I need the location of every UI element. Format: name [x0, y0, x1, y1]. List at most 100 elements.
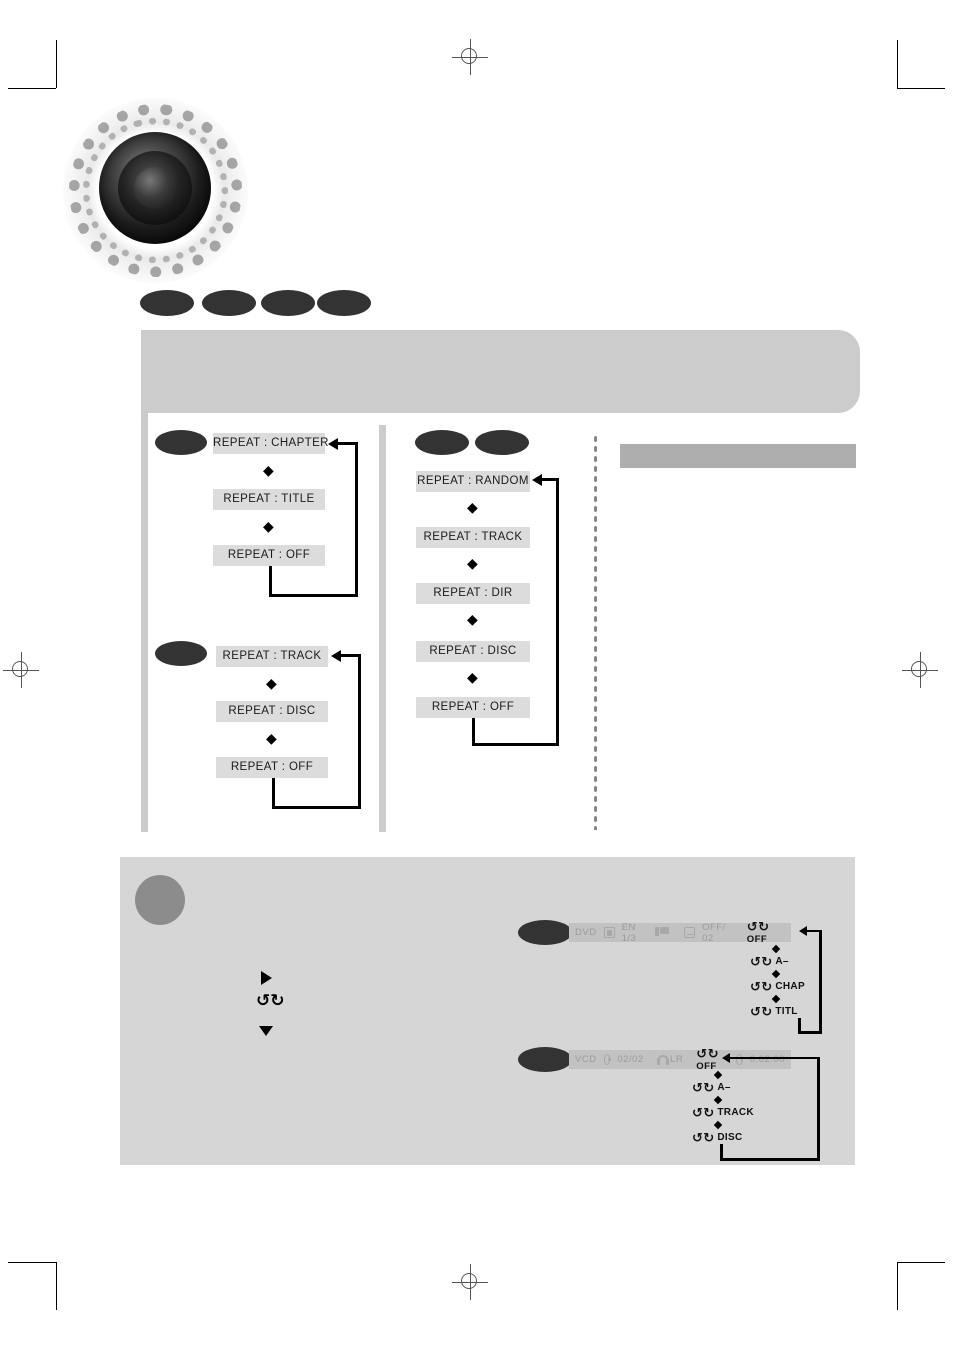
right-column-heading-bar — [620, 444, 856, 468]
diagram-2-arrow-2: ◆ — [266, 730, 277, 746]
osd-2-loop-arrow-line — [728, 1057, 820, 1059]
diagram-1-arrow-1: ◆ — [263, 462, 274, 478]
crop-mark-top-left-horizontal — [8, 88, 56, 89]
diagram-2-disc-badge[interactable] — [155, 641, 207, 666]
diagram-1-disc-badge[interactable] — [155, 430, 207, 455]
disc-icon — [603, 1054, 611, 1065]
osd-1-loop-arrow-line — [806, 930, 822, 932]
osd-1-cycle-label-3: CHAP — [775, 981, 805, 992]
osd-2-repeat-value: OFF — [696, 1061, 717, 1072]
diagram-1-loop-horizontal — [269, 594, 358, 597]
diagram-3-loop-horizontal — [472, 743, 559, 746]
registration-mark-top — [452, 39, 488, 75]
note-bullet-badge — [135, 875, 185, 925]
osd-2-time: 0:02:00 — [749, 1054, 785, 1065]
disc-badge-mp3-header[interactable] — [317, 290, 371, 316]
crop-mark-top-right-horizontal — [897, 88, 945, 89]
crop-mark-bottom-left-vertical — [56, 1262, 57, 1310]
diagram-3-arrow-4: ◆ — [467, 669, 478, 685]
headphone-icon — [656, 1054, 670, 1065]
osd-1-status-bar: DVD EN 1/3 OFF/ 02 ↺↻ OFF — [569, 920, 791, 945]
osd-1-loop-arrowhead — [799, 925, 807, 936]
right-column-heading — [620, 444, 856, 452]
crop-mark-bottom-right-vertical — [897, 1262, 898, 1310]
osd-1-cycle-label-2: A– — [775, 956, 789, 967]
diagram-1-arrow-2: ◆ — [263, 518, 274, 534]
osd-2-cycle-step-4: ↺↻ DISC — [692, 1131, 742, 1144]
diagram-2-loop-arrow-line — [339, 654, 361, 657]
osd-2-cycle-label-3: TRACK — [717, 1107, 754, 1118]
osd-2-disc-badge[interactable] — [518, 1047, 572, 1072]
registration-mark-bottom — [452, 1264, 488, 1300]
diagram-3-step-2: REPEAT : TRACK — [416, 527, 530, 548]
diagram-2-loop-vertical-back — [358, 654, 361, 809]
diagram-3-step-3: REPEAT : DIR — [416, 583, 530, 604]
subtitle-icon — [684, 927, 696, 938]
diagram-3-loop-arrow-line — [540, 478, 559, 481]
diagram-3-loop-arrowhead — [532, 473, 542, 486]
diagram-2-arrow-1: ◆ — [266, 675, 277, 691]
dotted-separator — [593, 434, 598, 830]
diagram-3-arrow-1: ◆ — [467, 499, 478, 515]
osd-1-repeat-group: ↺↻ OFF — [747, 920, 785, 945]
diagram-2-loop-horizontal — [272, 806, 361, 809]
center-column-rule — [379, 425, 386, 832]
osd-1-disc-badge[interactable] — [518, 920, 572, 945]
registration-mark-left — [3, 652, 39, 688]
dolby-digital-icon — [655, 927, 670, 938]
diagram-1-loop-vertical-back — [355, 442, 358, 597]
repeat-icon: ↺↻ — [750, 954, 773, 969]
osd-1-subtitle: OFF/ 02 — [702, 921, 726, 944]
osd-2-repeat-group: ↺↻ OFF — [696, 1047, 721, 1072]
diagram-3-arrow-2: ◆ — [467, 555, 478, 571]
repeat-icon: ↺↻ — [692, 1105, 715, 1120]
registration-mark-right — [902, 652, 938, 688]
osd-1-cycle-step-4: ↺↻ TITL — [750, 1005, 798, 1018]
repeat-icon: ↺↻ — [750, 979, 773, 994]
down-arrow-icon — [259, 1026, 273, 1036]
diagram-1-loop-arrowhead — [328, 437, 338, 450]
clock-icon — [735, 1054, 743, 1065]
osd-2-status-bar: VCD 02/02 LR ↺↻ OFF 0:02:00 — [569, 1047, 791, 1072]
disc-badge-vcd-header[interactable] — [202, 290, 256, 316]
osd-2-cycle-step-2: ↺↻ A– — [692, 1081, 731, 1094]
diagram-3-loop-vertical-back — [556, 478, 559, 746]
diagram-2-loop-vertical-out — [272, 778, 275, 809]
diagram-3-disc-badge-1[interactable] — [415, 430, 469, 455]
left-column-rule — [141, 423, 148, 832]
osd-2-cycle-label-4: DISC — [717, 1132, 743, 1143]
osd-2-track: 02/02 — [617, 1054, 644, 1065]
osd-1-cycle-step-2: ↺↻ A– — [750, 955, 789, 968]
diagram-3-disc-badge-2[interactable] — [475, 430, 529, 455]
diagram-3-loop-vertical-out — [472, 718, 475, 746]
diagram-1-step-1: REPEAT : CHAPTER — [213, 433, 328, 454]
header-left-accent — [141, 413, 148, 423]
diagram-1-loop-arrow-line — [336, 442, 358, 445]
osd-2-loop-vertical-back — [817, 1057, 820, 1161]
osd-2-disc-type: VCD — [575, 1054, 597, 1065]
diagram-3-arrow-3: ◆ — [467, 611, 478, 627]
diagram-2-step-2: REPEAT : DISC — [216, 701, 328, 722]
diagram-3-step-4: REPEAT : DISC — [416, 641, 530, 662]
disc-badge-dvd-header[interactable] — [140, 290, 194, 316]
diagram-2-step-1: REPEAT : TRACK — [216, 646, 328, 667]
diagram-3-step-1: REPEAT : RANDOM — [416, 471, 530, 492]
page-title — [141, 330, 860, 350]
osd-1-loop-vertical-back — [819, 930, 822, 1034]
repeat-icon: ↺↻ — [692, 1080, 715, 1095]
osd-1-cycle-step-3: ↺↻ CHAP — [750, 980, 805, 993]
repeat-icon: ↺↻ — [696, 1046, 719, 1061]
crop-mark-top-left-vertical — [56, 40, 57, 88]
speaker-binary-artwork — [57, 92, 254, 289]
osd-2-loop-arrowhead — [722, 1052, 730, 1063]
repeat-icon: ↺↻ — [750, 1004, 773, 1019]
diagram-1-step-3: REPEAT : OFF — [213, 545, 325, 566]
disc-badge-cd-header[interactable] — [261, 290, 315, 316]
crop-mark-top-right-vertical — [897, 40, 898, 88]
diagram-1-step-2: REPEAT : TITLE — [213, 489, 325, 510]
diagram-2-loop-arrowhead — [331, 649, 341, 662]
osd-2-loop-horizontal — [720, 1158, 820, 1161]
repeat-icon: ↺↻ — [692, 1130, 715, 1145]
diagram-2-step-3: REPEAT : OFF — [216, 757, 328, 778]
osd-2-cycle-step-3: ↺↻ TRACK — [692, 1106, 754, 1119]
